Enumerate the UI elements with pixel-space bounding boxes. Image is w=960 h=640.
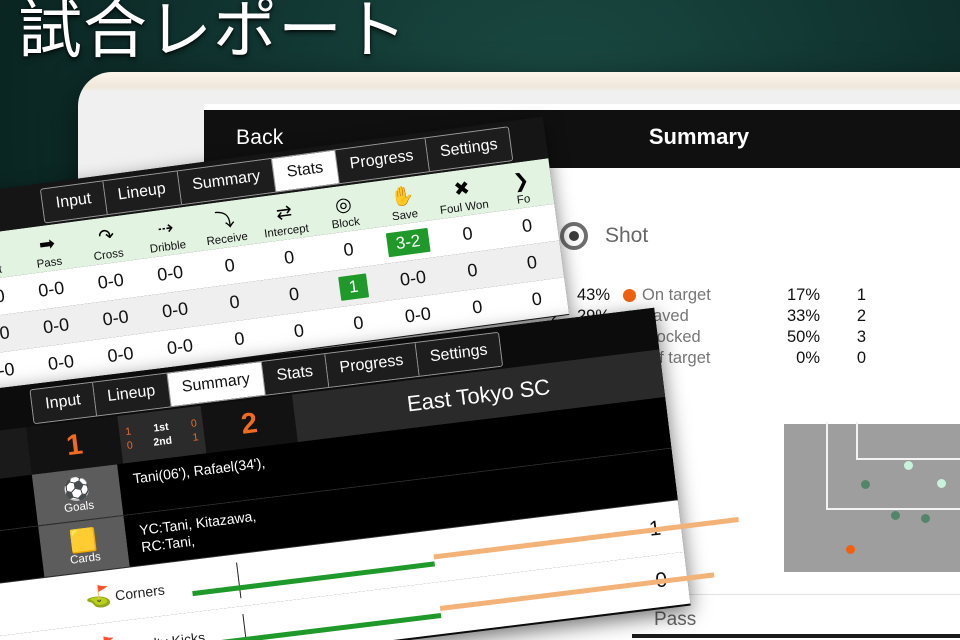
stats-tab-lineup[interactable]: Lineup bbox=[103, 171, 182, 215]
stats-column-receive[interactable]: ⤵ Receive bbox=[194, 206, 258, 252]
highlight-badge: 1 bbox=[338, 272, 369, 301]
summary-tab-stats[interactable]: Stats bbox=[261, 354, 329, 395]
half-away: 0 bbox=[190, 417, 198, 430]
home-percent: 43% bbox=[576, 286, 610, 304]
stats-cell: 0-0 bbox=[155, 261, 185, 285]
stats-cell: 0 bbox=[471, 296, 484, 318]
away-count: 3 bbox=[856, 328, 866, 346]
stats-cell: 0 bbox=[228, 291, 241, 313]
stats-cell: 0 bbox=[352, 312, 365, 334]
stats-cell: 0-0 bbox=[37, 277, 66, 301]
stats-cell: 0 bbox=[530, 288, 544, 310]
stats-cell: 1 bbox=[322, 271, 385, 303]
shot-section-title: Shot bbox=[605, 224, 649, 247]
stats-cell: 0 bbox=[287, 283, 301, 305]
shot-section-header: Shot bbox=[560, 222, 960, 250]
half-label: 2nd bbox=[152, 434, 173, 449]
shot-type-label: Blocked bbox=[642, 328, 701, 346]
stats-cell: 0-0 bbox=[41, 314, 71, 338]
shot-target-icon bbox=[560, 222, 588, 250]
stat-label: Penalty Kicks bbox=[121, 624, 246, 640]
stats-cell: 0 bbox=[282, 246, 296, 268]
away-percent: 33% bbox=[786, 307, 820, 325]
shot-type-label: On target bbox=[642, 286, 711, 304]
shot-marker bbox=[891, 511, 901, 521]
summary-tab-settings[interactable]: Settings bbox=[415, 332, 503, 376]
stats-cell: 0-0 bbox=[403, 303, 433, 327]
shot-marker bbox=[937, 478, 947, 488]
soccer-ball-icon: ⚽ Goals bbox=[31, 464, 124, 526]
stats-cell: 0-0 bbox=[0, 358, 16, 383]
stats-cell: 0 bbox=[223, 254, 236, 276]
page-title: 試合レポート bbox=[18, 0, 408, 66]
stats-cell: 0 bbox=[466, 259, 479, 281]
stats-column-block[interactable]: ◎ Block bbox=[312, 190, 376, 236]
away-count: 1 bbox=[856, 286, 866, 304]
event-label: Goals bbox=[63, 498, 95, 515]
stats-cell: 0 bbox=[525, 251, 539, 273]
stats-cell: 0 bbox=[520, 215, 534, 237]
stats-tab-settings[interactable]: Settings bbox=[425, 127, 513, 172]
away-count: 2 bbox=[856, 307, 866, 325]
shot-location-pitch bbox=[784, 422, 960, 572]
stats-cell: 0 bbox=[461, 223, 474, 245]
stats-column-save[interactable]: ✋ Save bbox=[371, 182, 435, 228]
stats-column-dribble[interactable]: ⇢ Dribble bbox=[134, 214, 198, 260]
stats-column-pass[interactable]: ➡ Pass bbox=[16, 229, 80, 275]
summary-tab-progress[interactable]: Progress bbox=[324, 343, 420, 387]
legend-color-dot bbox=[616, 289, 642, 302]
shot-marker bbox=[903, 461, 913, 470]
stats-cell: 0-0 bbox=[398, 266, 428, 290]
shot-stat-row: 343%On target17%1 bbox=[538, 285, 868, 306]
event-label: Cards bbox=[69, 550, 102, 567]
away-count: 0 bbox=[856, 349, 866, 367]
summary-tab-lineup[interactable]: Lineup bbox=[92, 373, 172, 416]
stats-cell: 0-0 bbox=[0, 322, 11, 346]
stats-cell: 0-0 bbox=[0, 285, 6, 309]
half-home: 0 bbox=[126, 439, 134, 452]
away-percent: 0% bbox=[796, 349, 820, 367]
cards-icon: 🟨 Cards bbox=[38, 515, 130, 578]
stats-tab-stats[interactable]: Stats bbox=[272, 150, 340, 192]
shot-marker bbox=[845, 545, 855, 555]
stats-cell: 0-0 bbox=[160, 298, 190, 322]
stats-cell: 0-0 bbox=[46, 350, 76, 375]
shot-type-label: Saved bbox=[642, 307, 689, 325]
back-button[interactable]: Back bbox=[236, 126, 284, 150]
stats-cell: 0-0 bbox=[106, 342, 135, 367]
stats-cell: 0-0 bbox=[96, 269, 125, 293]
stats-cell: 0-0 bbox=[101, 306, 130, 330]
away-bar bbox=[439, 572, 715, 612]
stats-column-foul-won[interactable]: ✖ Foul Won bbox=[431, 174, 495, 220]
shot-marker bbox=[921, 514, 931, 524]
stats-cell: 0 bbox=[233, 328, 246, 350]
stats-column-fo[interactable]: ❯ Fo bbox=[490, 166, 554, 212]
stats-column-cross[interactable]: ↷ Cross bbox=[75, 222, 139, 268]
stats-cell: 0-0 bbox=[165, 335, 195, 359]
penalty-kick-icon: ⛳ bbox=[86, 635, 123, 640]
pass-section-rule bbox=[632, 634, 960, 638]
stats-tab-input[interactable]: Input bbox=[40, 181, 108, 223]
stats-cell: 0 bbox=[342, 238, 355, 261]
stats-cell: 0 bbox=[292, 320, 306, 342]
pass-section-title: Pass bbox=[654, 609, 697, 630]
highlight-badge: 3-2 bbox=[385, 227, 431, 257]
away-percent: 50% bbox=[786, 328, 820, 346]
goal-area-line bbox=[856, 422, 960, 460]
stats-column-intercept[interactable]: ⇄ Intercept bbox=[253, 198, 317, 244]
summary-tab-input[interactable]: Input bbox=[30, 382, 97, 424]
half-home: 1 bbox=[124, 425, 132, 439]
corner-flag-icon: ⛳ bbox=[83, 584, 113, 611]
stats-cell: 3-2 bbox=[377, 226, 440, 258]
away-percent: 17% bbox=[786, 286, 820, 304]
screenshot-root: 試合レポート Back Summary East Tokyo SC Shot 3… bbox=[0, 0, 960, 640]
half-away: 1 bbox=[191, 431, 200, 444]
bar-spacer bbox=[0, 600, 81, 623]
